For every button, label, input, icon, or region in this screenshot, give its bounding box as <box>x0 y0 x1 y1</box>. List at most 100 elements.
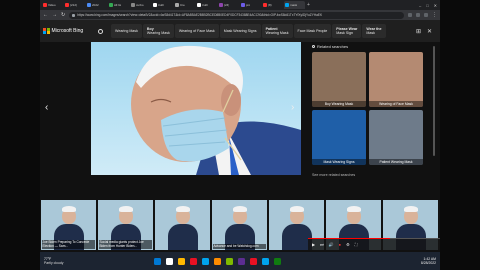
settings-icon[interactable]: ⚙ <box>346 242 350 247</box>
tab-favicon-icon <box>197 3 201 7</box>
browser-tab[interactable]: Cre <box>174 1 195 9</box>
main-image[interactable] <box>91 42 301 175</box>
tab-title: truth <box>158 3 165 7</box>
browser-tab[interactable]: 2022 <box>86 1 107 9</box>
taskbar-app-icon[interactable] <box>166 257 173 265</box>
clock-date: 8/28/2022 <box>420 261 436 265</box>
taskbar-app-icon[interactable] <box>262 257 269 265</box>
chip-text: Wearing of Face Mask <box>178 28 215 33</box>
video-timeline[interactable] <box>308 238 440 239</box>
related-search-chip[interactable]: Patient Wearing Mask <box>261 24 293 38</box>
chip-text: Face Mask People <box>297 28 328 33</box>
related-search-chip[interactable]: Please Wear Mask Sign <box>332 24 362 38</box>
related-search-chip[interactable]: Mask Wearing Signs <box>219 24 261 38</box>
tab-title: Cre <box>180 3 185 7</box>
browser-tab[interactable]: pro <box>240 1 261 9</box>
related-card-label: Patient Wearing Mask <box>369 159 423 165</box>
play-icon[interactable]: ▶ <box>312 242 315 247</box>
browser-tab[interactable]: (8) <box>262 1 283 9</box>
thumbnail-caption: Advance and be Watchdog.com <box>213 244 266 249</box>
bing-logo[interactable]: Microsoft Bing <box>40 27 92 35</box>
chip-text: Mask <box>366 31 375 35</box>
browser-tab[interactable]: truth <box>196 1 217 9</box>
taskbar-app-icon[interactable] <box>274 257 281 265</box>
related-search-card[interactable]: Boy Wearing Mask <box>312 52 366 107</box>
related-search-chip[interactable]: Face Mask People <box>293 24 332 38</box>
menu-icon[interactable]: ⋮ <box>432 12 437 18</box>
taskbar-app-icon[interactable] <box>190 257 197 265</box>
next-icon[interactable]: ⏭ <box>320 242 324 247</box>
previous-image-button[interactable]: ‹ <box>45 102 48 113</box>
related-search-card[interactable]: Patient Wearing Mask <box>369 110 423 165</box>
tab-title: mask <box>290 3 298 7</box>
thumbnail-hair <box>403 206 418 212</box>
taskbar-app-icon[interactable] <box>178 257 185 265</box>
letterbox-right <box>440 0 480 270</box>
visual-search-icon[interactable]: ⊞ <box>416 28 421 35</box>
search-icon[interactable] <box>98 28 103 34</box>
thumbnail[interactable]: Advance and be Watchdog.com <box>212 200 267 250</box>
browser-tab[interactable]: Video <box>42 1 63 9</box>
related-search-card[interactable]: Wearing of Face Mask <box>369 52 423 107</box>
thumbnail-hair <box>175 206 190 212</box>
thumbnail[interactable] <box>155 200 210 250</box>
tab-favicon-icon <box>219 3 223 7</box>
scrollbar[interactable] <box>433 46 435 156</box>
tab-favicon-icon <box>43 3 47 7</box>
minimize-button[interactable]: – <box>419 3 421 8</box>
related-card-label: Wearing of Face Mask <box>369 101 423 107</box>
taskbar-app-icon[interactable] <box>226 257 233 265</box>
thumbnail[interactable]: Social media giants protect Joe Biden fr… <box>98 200 153 250</box>
browser-tab[interactable]: (24) <box>218 1 239 9</box>
thumbnail[interactable]: Joe Biden Preparing To Concede Election … <box>41 200 96 250</box>
maximize-button[interactable]: □ <box>426 3 428 8</box>
profile-icon[interactable] <box>424 13 428 17</box>
tab-favicon-icon <box>109 3 113 7</box>
next-image-button[interactable]: › <box>291 102 294 113</box>
record-icon[interactable]: ● <box>339 242 341 247</box>
taskbar-app-icon[interactable] <box>250 257 257 265</box>
weather-widget[interactable]: 77°F Partly cloudy <box>40 257 84 265</box>
related-search-chip[interactable]: Boy Wearing Mask <box>142 24 174 38</box>
see-more-related-link[interactable]: See more related searches <box>312 173 430 177</box>
thumbnail-caption: Joe Biden Preparing To Concede Election … <box>42 240 95 249</box>
taskbar-app-icon[interactable] <box>202 257 209 265</box>
volume-icon[interactable]: 🔊 <box>329 242 334 247</box>
letterbox-left <box>0 0 40 270</box>
browser-tab[interactable]: truth <box>152 1 173 9</box>
tab-title: pro <box>246 3 251 7</box>
image-viewer: ‹ › Related searches Boy Wearing Mask We… <box>40 42 440 200</box>
extension-icon[interactable] <box>416 13 420 17</box>
close-viewer-icon[interactable]: ✕ <box>427 28 432 35</box>
related-search-chip[interactable]: Wearing Mask <box>111 24 142 38</box>
tab-favicon-icon <box>285 3 289 7</box>
extension-icon[interactable] <box>408 13 412 17</box>
close-window-button[interactable]: ✕ <box>434 3 437 8</box>
forward-arrow-icon[interactable]: → <box>52 12 57 18</box>
browser-tab[interactable]: (212) <box>64 1 85 9</box>
taskbar-app-icon[interactable] <box>238 257 245 265</box>
back-arrow-icon[interactable]: ← <box>43 12 48 18</box>
url-field[interactable]: https://www.bing.com/images/search?view=… <box>69 11 404 19</box>
browser-tab[interactable]: All Gi <box>108 1 129 9</box>
chip-text: Mask Sign <box>336 31 354 35</box>
related-card-label: Mask Wearing Signs <box>312 159 366 165</box>
tab-title: (24) <box>224 3 230 7</box>
taskbar-app-icon[interactable] <box>154 257 161 265</box>
browser-tab[interactable]: curbo <box>130 1 151 9</box>
taskbar-app-icon[interactable] <box>214 257 221 265</box>
chip-text: Mask Wearing Signs <box>223 28 257 33</box>
fullscreen-icon[interactable]: ⛶ <box>355 242 358 247</box>
related-search-chip[interactable]: Wear the Mask <box>362 24 386 38</box>
tab-title: (8) <box>268 3 272 7</box>
related-search-chip[interactable]: Wearing of Face Mask <box>174 24 219 38</box>
tab-title: Video <box>48 3 56 7</box>
related-search-card[interactable]: Mask Wearing Signs <box>312 110 366 165</box>
browser-tab[interactable]: mask <box>284 1 305 9</box>
reload-icon[interactable]: ↻ <box>61 12 65 18</box>
thumbnail-caption: Social media giants protect Joe Biden fr… <box>99 240 152 249</box>
clock[interactable]: 1:42 AM 8/28/2022 <box>421 257 436 265</box>
new-tab-button[interactable]: + <box>306 2 311 8</box>
info-icon <box>312 45 315 48</box>
logo-text: Microsoft Bing <box>51 28 84 34</box>
